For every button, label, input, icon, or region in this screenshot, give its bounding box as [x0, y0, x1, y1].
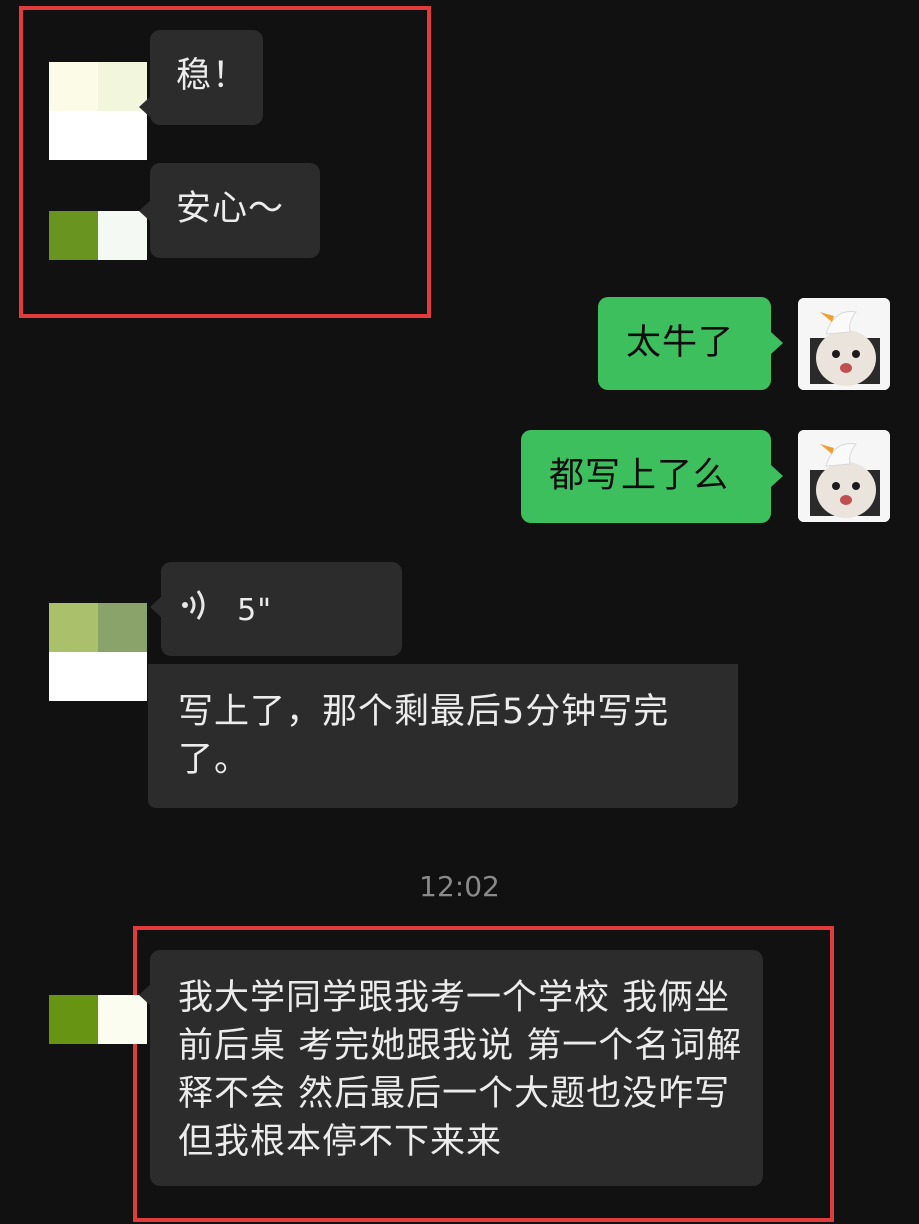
message-text: 都写上了么: [549, 456, 730, 496]
timestamp: 12:02: [419, 870, 500, 903]
message-text: 太牛了: [626, 323, 735, 363]
message-bubble-outgoing[interactable]: 太牛了: [598, 297, 771, 390]
self-avatar[interactable]: [798, 430, 890, 522]
message-text: 写上了，那个剩最后5分钟写完了。: [178, 692, 670, 780]
voice-wave-icon: [181, 587, 211, 636]
message-text: 稳！: [176, 56, 249, 96]
message-text: 我大学同学跟我考一个学校 我俩坐前后桌 考完她跟我说 第一个名词解释不会 然后最…: [178, 978, 743, 1162]
voice-message-bubble[interactable]: 5": [161, 562, 402, 656]
message-text: 安心～: [176, 189, 285, 229]
contact-avatar[interactable]: [49, 995, 147, 1093]
contact-avatar[interactable]: [49, 162, 147, 260]
message-bubble-incoming[interactable]: 写上了，那个剩最后5分钟写完了。: [148, 664, 738, 808]
contact-avatar[interactable]: [49, 603, 147, 701]
contact-avatar[interactable]: [49, 62, 147, 160]
self-avatar[interactable]: [798, 298, 890, 390]
message-bubble-incoming[interactable]: 稳！: [150, 30, 263, 125]
message-bubble-outgoing[interactable]: 都写上了么: [521, 430, 771, 523]
message-bubble-incoming[interactable]: 安心～: [150, 163, 320, 258]
message-bubble-incoming[interactable]: 我大学同学跟我考一个学校 我俩坐前后桌 考完她跟我说 第一个名词解释不会 然后最…: [150, 950, 763, 1186]
voice-duration: 5": [237, 593, 273, 628]
